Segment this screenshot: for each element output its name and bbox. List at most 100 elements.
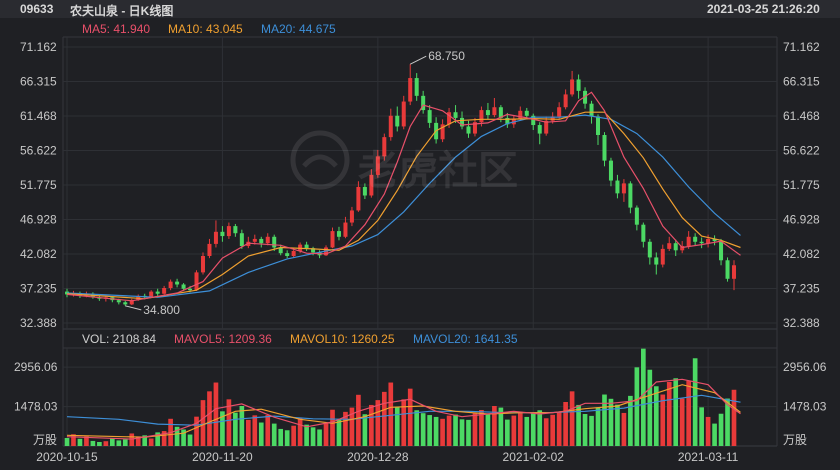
candle-body: [330, 231, 335, 248]
candle-body: [162, 288, 167, 294]
high-annotation: 68.750: [428, 49, 465, 63]
volume-bar: [647, 369, 653, 446]
price-tick-right: 32.388: [783, 316, 820, 330]
candle-body: [453, 112, 458, 118]
volume-bar: [148, 438, 154, 446]
watermark-text: 老虎社区: [358, 149, 518, 193]
volume-bar: [595, 407, 601, 446]
volume-bar: [194, 416, 199, 446]
annotation-leader: [125, 305, 142, 311]
candle-body: [725, 260, 730, 279]
candle-body: [213, 231, 218, 244]
candle-body: [116, 300, 121, 303]
candle-body: [168, 281, 173, 289]
volume-bar: [699, 407, 704, 446]
volume-bar: [543, 418, 549, 446]
candle-body: [673, 243, 678, 251]
date-label: 2021-02-02: [503, 450, 565, 464]
price-tick-left: 61.468: [20, 109, 57, 123]
volume-bar: [731, 389, 737, 446]
volume-bar: [712, 423, 717, 446]
price-tick-left: 56.622: [20, 143, 57, 157]
volume-bar: [602, 394, 607, 446]
candle-body: [693, 236, 698, 242]
volume-bar: [336, 419, 342, 446]
volume-tick-right: 1478.03: [783, 400, 827, 414]
volume-bar: [679, 398, 685, 446]
volume-bar: [505, 419, 510, 446]
volume-bar: [317, 429, 322, 446]
candle-body: [628, 183, 633, 208]
candle-body: [660, 248, 665, 265]
tiger-logo-icon: [290, 130, 350, 190]
kline-chart[interactable]: 71.162 71.162 66.315 66.315 61.468 61.468 56.6…: [0, 0, 840, 470]
volume-bar: [660, 394, 666, 446]
candle-body: [123, 302, 128, 305]
candle-body: [563, 94, 568, 108]
candle-body: [194, 272, 199, 291]
date-label: 2020-10-15: [36, 450, 98, 464]
volume-bar: [122, 439, 128, 446]
mavol10-label: MAVOL10: 1260.25: [290, 332, 395, 346]
volume-bar: [64, 438, 70, 446]
volume-tick-left: 1478.03: [14, 400, 58, 414]
volume-bar: [213, 382, 219, 446]
price-tick-right: 37.235: [783, 281, 820, 295]
volume-bar: [116, 440, 122, 446]
candle-body: [608, 160, 613, 181]
volume-bar: [666, 382, 672, 446]
candle-body: [207, 243, 212, 257]
candle-body: [641, 224, 646, 242]
candle-body: [285, 253, 290, 257]
volume-bar: [310, 427, 316, 446]
price-tick-left: 37.235: [20, 281, 57, 295]
low-annotation: 34.800: [143, 303, 180, 317]
mavol5-label: MAVOL5: 1209.36: [174, 332, 272, 346]
volume-bar: [530, 413, 536, 446]
volume-bar: [291, 425, 296, 446]
volume-bar: [537, 410, 543, 446]
volume-bar: [258, 422, 264, 446]
price-tick-right: 71.162: [783, 40, 820, 54]
vol-label: VOL: 2108.84: [82, 332, 157, 346]
candle-body: [272, 236, 277, 248]
volume-bar: [239, 406, 245, 446]
volume-bar: [459, 419, 465, 446]
mavol20-label: MAVOL20: 1641.35: [413, 332, 518, 346]
candle-body: [706, 238, 711, 244]
candle-body: [155, 291, 160, 294]
candle-body: [233, 226, 238, 234]
candle-body: [589, 103, 594, 117]
volume-tick-left: 2956.06: [14, 360, 58, 374]
price-tick-left: 51.775: [20, 178, 57, 192]
volume-bar: [569, 391, 575, 446]
volume-bar: [673, 378, 679, 446]
price-tick-left: 71.162: [20, 40, 57, 54]
volume-bar: [245, 419, 251, 446]
volume-bar: [453, 414, 458, 446]
price-tick-right: 61.468: [783, 109, 820, 123]
candle-body: [427, 110, 432, 123]
candle-body: [731, 265, 737, 279]
candle-body: [259, 238, 264, 244]
volume-bar: [686, 380, 692, 446]
volume-bar: [705, 416, 711, 446]
candle-body: [602, 134, 607, 161]
candle-body: [479, 110, 484, 123]
volume-bar: [278, 428, 284, 446]
volume-bar: [271, 423, 277, 446]
candle-body: [596, 116, 601, 135]
volume-bar: [323, 423, 329, 446]
volume-bar: [446, 415, 452, 446]
price-tick-right: 42.082: [783, 247, 820, 261]
volume-tick-right: 2956.06: [783, 360, 827, 374]
volume-legend: VOL: 2108.84 MAVOL5: 1209.36 MAVOL10: 12…: [0, 331, 840, 347]
candle-body: [557, 107, 562, 117]
volume-bar: [200, 400, 206, 446]
candle-body: [175, 281, 180, 285]
candle-body: [634, 207, 639, 225]
candle-body: [220, 231, 225, 237]
volume-bar: [129, 433, 135, 446]
volume-bar: [233, 412, 238, 446]
candle-body: [719, 241, 724, 261]
